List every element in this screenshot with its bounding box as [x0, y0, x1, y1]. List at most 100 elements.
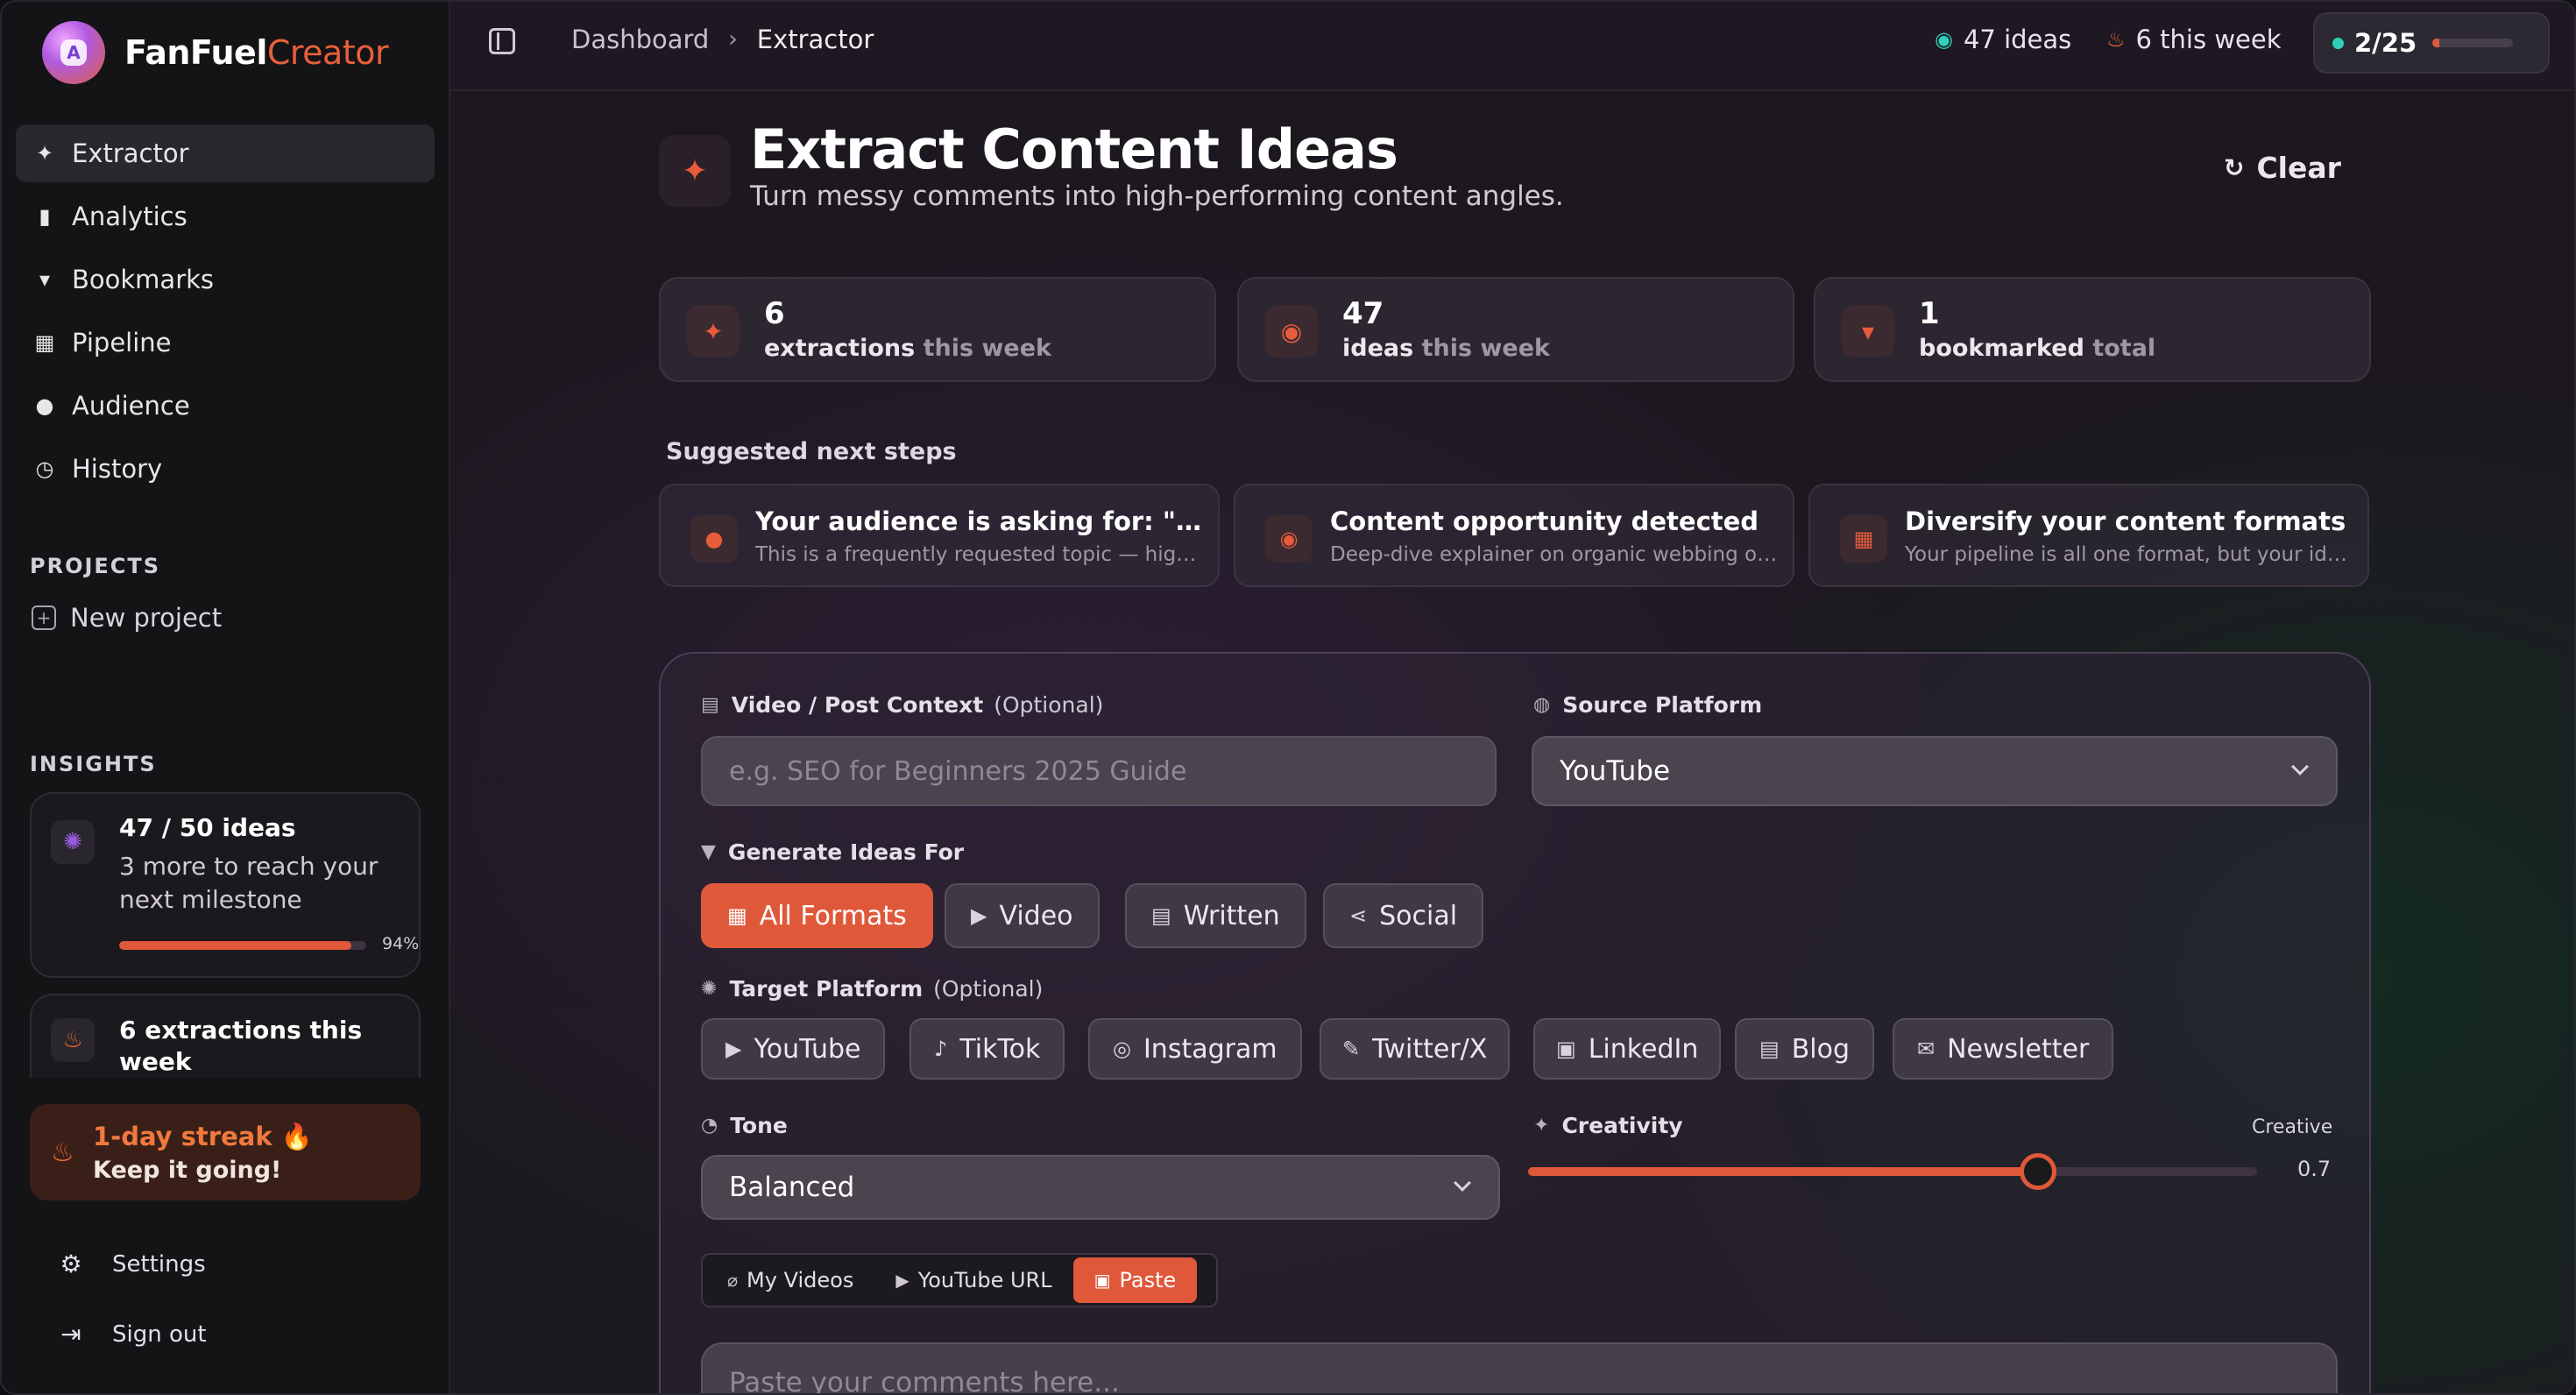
format-chip-social[interactable]: ⋖ Social [1323, 883, 1484, 948]
sidebar-item-audience[interactable]: ● Audience [16, 377, 435, 435]
tab-paste[interactable]: ▣ Paste [1072, 1257, 1198, 1303]
context-label: ▤ Video / Post Context (Optional) [701, 692, 1104, 718]
lightbulb-icon: ◉ [1265, 515, 1313, 563]
insight-extractions-card[interactable]: ♨ 6 extractions this week [30, 994, 421, 1078]
sidebar-item-label: History [72, 454, 163, 484]
bar-chart-icon: ▮ [39, 204, 51, 229]
suggestion-subtitle: This is a frequently requested topic — h… [755, 543, 1204, 566]
platform-chip-twitter[interactable]: ✎ Twitter/X [1320, 1018, 1511, 1080]
usage-bar-fill [2432, 39, 2439, 47]
platform-chip-youtube[interactable]: ▶ YouTube [701, 1018, 886, 1080]
stat-number: 6 [764, 296, 785, 331]
suggestion-card-formats[interactable]: ▦ Diversify your content formats Your pi… [1808, 484, 2369, 587]
mail-icon: ✉ [1917, 1037, 1936, 1061]
insights-heading: INSIGHTS [30, 752, 157, 776]
link-icon: ⌀ [727, 1270, 739, 1291]
flame-icon: ♨ [51, 1018, 95, 1062]
platform-chip-blog[interactable]: ▤ Blog [1735, 1018, 1875, 1080]
platform-chip-tiktok[interactable]: ♪ TikTok [909, 1018, 1065, 1080]
context-input[interactable]: e.g. SEO for Beginners 2025 Guide [701, 736, 1497, 806]
suggestion-title: Diversify your content formats [1905, 506, 2346, 536]
users-icon: ● [690, 515, 738, 563]
stat-label: ideas this week [1342, 335, 1550, 362]
stat-number: 1 [1919, 296, 1940, 331]
new-project-label: New project [70, 603, 223, 633]
creativity-slider[interactable] [1528, 1153, 2257, 1190]
wand-icon: ✦ [687, 305, 740, 358]
sidebar-item-analytics[interactable]: ▮ Analytics [16, 188, 435, 245]
clear-button[interactable]: ↻ Clear [2224, 151, 2341, 185]
sidebar-item-pipeline[interactable]: ▦ Pipeline [16, 314, 435, 372]
insight-ideas-card[interactable]: ✺ 47 / 50 ideas 3 more to reach your nex… [30, 792, 421, 978]
wand-icon: ✦ [659, 135, 731, 207]
format-chip-all[interactable]: ▦ All Formats [701, 883, 933, 948]
tab-my-videos[interactable]: ⌀ My Videos [706, 1257, 874, 1303]
new-project-button[interactable]: + New project [32, 603, 222, 633]
tone-select[interactable]: Balanced [701, 1155, 1500, 1220]
stat-card-bookmarked: ▾ 1 bookmarked total [1814, 277, 2371, 382]
twitter-icon: ✎ [1342, 1037, 1361, 1061]
clipboard-icon: ▣ [1093, 1270, 1111, 1291]
breadcrumb-current: Extractor [756, 25, 874, 54]
creativity-slider-fill [1528, 1167, 2039, 1176]
chevron-down-icon [2291, 758, 2309, 775]
ideas-stat: ◉ 47 ideas [1935, 25, 2071, 54]
target-icon: ✺ [701, 978, 718, 1000]
bookmark-icon: ▾ [39, 267, 51, 292]
usage-meter[interactable]: 2/25 [2313, 12, 2550, 74]
wand-icon: ✦ [1533, 1115, 1550, 1137]
suggestion-card-audience[interactable]: ● Your audience is asking for: "Deta... … [659, 484, 1220, 587]
platform-chip-linkedin[interactable]: ▣ LinkedIn [1533, 1018, 1722, 1080]
creativity-level: Creative [2252, 1116, 2333, 1138]
milestone-progress [119, 941, 366, 950]
tiktok-icon: ♪ [934, 1037, 948, 1061]
platform-chip-instagram[interactable]: ◎ Instagram [1088, 1018, 1302, 1080]
sign-out-button[interactable]: ⇥ Sign out [58, 1320, 206, 1349]
topbar: Dashboard › Extractor ◉ 47 ideas ♨ 6 thi… [450, 2, 2574, 91]
linkedin-icon: ▣ [1556, 1037, 1576, 1061]
brand-name: FanFuelCreator [124, 33, 389, 72]
format-chip-video[interactable]: ▶ Video [945, 883, 1100, 948]
sidebar-item-label: Analytics [72, 202, 188, 231]
streak-subtitle: Keep it going! [93, 1157, 282, 1184]
insight-subtitle: 3 more to reach your next milestone [119, 852, 379, 914]
tab-youtube-url[interactable]: ▶ YouTube URL [874, 1257, 1072, 1303]
sign-out-icon: ⇥ [60, 1320, 81, 1349]
sidebar: A FanFuelCreator ✦ Extractor ▮ Analytics… [2, 2, 450, 1393]
comments-textarea[interactable]: Paste your comments here... [701, 1342, 2338, 1395]
users-icon: ● [35, 393, 54, 418]
main-content: Dashboard › Extractor ◉ 47 ideas ♨ 6 thi… [450, 2, 2574, 1395]
grid-icon: ▦ [727, 903, 747, 928]
creativity-value: 0.7 [2297, 1157, 2332, 1181]
platform-chip-newsletter[interactable]: ✉ Newsletter [1893, 1018, 2114, 1080]
tone-value: Balanced [729, 1172, 855, 1203]
share-icon: ⋖ [1349, 903, 1368, 928]
sidebar-item-extractor[interactable]: ✦ Extractor [16, 124, 435, 182]
stat-label: bookmarked total [1919, 335, 2156, 362]
suggestion-card-opportunity[interactable]: ◉ Content opportunity detected Deep-dive… [1234, 484, 1794, 587]
brain-icon: ✺ [51, 820, 95, 864]
settings-button[interactable]: ⚙ Settings [58, 1250, 206, 1278]
context-placeholder: e.g. SEO for Beginners 2025 Guide [729, 755, 1187, 787]
play-icon: ▶ [971, 903, 987, 928]
sidebar-item-history[interactable]: ◷ History [16, 440, 435, 498]
sidebar-item-bookmarks[interactable]: ▾ Bookmarks [16, 251, 435, 308]
brand[interactable]: A FanFuelCreator [42, 21, 389, 84]
usage-bar [2432, 39, 2514, 47]
source-platform-select[interactable]: YouTube [1532, 736, 2338, 806]
breadcrumb-root[interactable]: Dashboard [571, 25, 709, 54]
app-window: A FanFuelCreator ✦ Extractor ▮ Analytics… [0, 0, 2576, 1395]
wand-icon: ✦ [35, 141, 54, 166]
flame-icon: ♨ [51, 1137, 74, 1168]
comments-placeholder: Paste your comments here... [729, 1367, 1120, 1395]
source-platform-value: YouTube [1560, 755, 1671, 787]
sidebar-item-label: Extractor [72, 138, 189, 168]
usage-label: 2/25 [2354, 28, 2417, 58]
chat-icon: ◔ [701, 1115, 718, 1137]
bookmark-icon: ▾ [1842, 305, 1894, 358]
sidebar-toggle-icon[interactable] [489, 28, 515, 54]
logo-icon: A [42, 21, 105, 84]
format-chip-written[interactable]: ▤ Written [1125, 883, 1306, 948]
settings-label: Settings [112, 1250, 206, 1278]
suggestions-heading: Suggested next steps [666, 438, 957, 465]
